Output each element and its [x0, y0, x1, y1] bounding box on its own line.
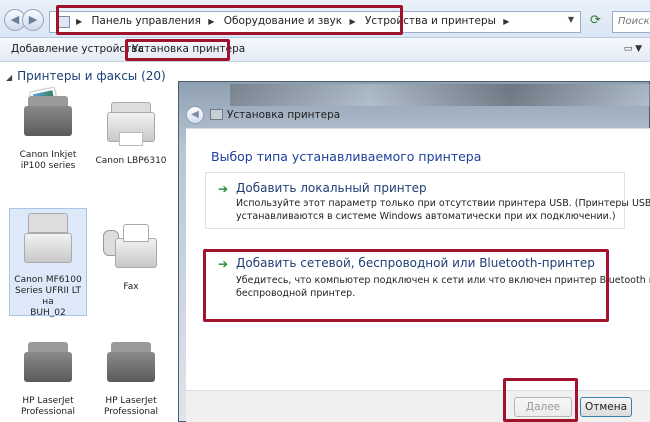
device-label: Professional	[20, 407, 76, 417]
device-canon-inkjet[interactable]: Canon Inkjet iP100 series	[9, 87, 87, 172]
command-bar: Добавление устройства Установка принтера…	[0, 38, 650, 62]
highlight-address-bar	[56, 5, 403, 35]
cancel-button[interactable]: Отмена	[580, 397, 632, 417]
device-fax[interactable]: Fax	[92, 220, 170, 293]
laser-printer-icon	[101, 334, 161, 390]
group-header-label: Принтеры и факсы (20)	[17, 69, 166, 83]
collapse-triangle-icon[interactable]: ◢	[6, 73, 12, 82]
dialog-glass-backdrop	[230, 84, 650, 106]
device-label: Professional	[103, 407, 159, 417]
fax-icon	[101, 220, 161, 276]
option-local-title[interactable]: Добавить локальный принтер	[236, 181, 427, 195]
device-label: BUH_02	[30, 308, 66, 318]
device-label: Canon Inkjet	[19, 150, 77, 160]
search-input[interactable]: Поиск: У	[612, 11, 650, 33]
green-arrow-icon: ➔	[218, 182, 229, 196]
device-hp-laserjet-2[interactable]: HP LaserJet Professional	[92, 334, 170, 418]
device-hp-laserjet-1[interactable]: HP LaserJet Professional	[9, 334, 87, 418]
view-options-icon[interactable]: ▭ ▼	[624, 44, 642, 54]
device-canon-lbp6310[interactable]: Canon LBP6310	[92, 94, 170, 167]
add-device-button[interactable]: Добавление устройства	[11, 43, 144, 55]
printer-icon	[210, 109, 223, 120]
inkjet-printer-icon	[18, 87, 78, 144]
chevron-right-icon: ▶	[503, 17, 510, 26]
device-label: HP LaserJet	[22, 396, 74, 406]
device-label: iP100 series	[20, 161, 76, 171]
dialog-titlebar: ◀ Установка принтера	[186, 104, 650, 128]
device-canon-mf6100[interactable]: Canon MF6100 Series UFRII LT на BUH_02	[9, 208, 87, 318]
dialog-title: Установка принтера	[227, 109, 341, 121]
device-label: HP LaserJet	[105, 396, 157, 406]
device-label: Series UFRII LT на	[15, 286, 81, 307]
option-local-desc: устанавливаются в системе Windows автома…	[236, 211, 616, 222]
laser-printer-icon	[101, 94, 161, 150]
laser-printer-icon	[18, 334, 78, 390]
option-local-desc: Используйте этот параметр только при отс…	[236, 198, 650, 209]
forward-arrow-icon: ▶	[28, 13, 38, 26]
refresh-icon[interactable]: ⟳	[590, 13, 601, 28]
highlight-next-button	[503, 378, 578, 422]
device-label: Canon LBP6310	[95, 156, 167, 166]
highlight-install-printer	[125, 39, 230, 61]
dialog-back-button[interactable]: ◀	[186, 106, 204, 124]
chevron-down-icon[interactable]: ▼	[568, 15, 574, 24]
mfp-printer-icon	[18, 213, 78, 269]
dialog-heading: Выбор типа устанавливаемого принтера	[211, 149, 482, 164]
device-label: Fax	[123, 282, 139, 292]
forward-button[interactable]: ▶	[22, 9, 44, 31]
device-label: Canon MF6100	[14, 275, 82, 285]
printers-group-header[interactable]: ◢ Принтеры и факсы (20)	[6, 69, 166, 83]
highlight-network-option	[203, 249, 609, 322]
